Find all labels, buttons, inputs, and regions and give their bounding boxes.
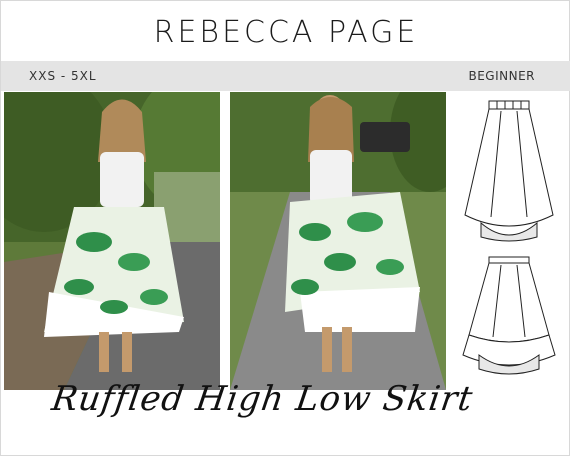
skill-level-label: BEGINNER xyxy=(468,69,535,83)
product-card: Rebecca Page XXS - 5XL BEGINNER xyxy=(0,0,570,456)
technical-flats xyxy=(451,97,567,387)
brand-logo: Rebecca Page xyxy=(153,15,419,50)
model-photo-left xyxy=(4,92,220,390)
info-bar: XXS - 5XL BEGINNER xyxy=(1,61,570,91)
size-range-label: XXS - 5XL xyxy=(29,69,97,83)
product-title: Ruffled High Low Skirt xyxy=(49,379,476,419)
flat-drawing-bottom xyxy=(462,256,556,375)
flat-drawing-top xyxy=(464,100,554,242)
model-photo-right xyxy=(230,92,446,390)
